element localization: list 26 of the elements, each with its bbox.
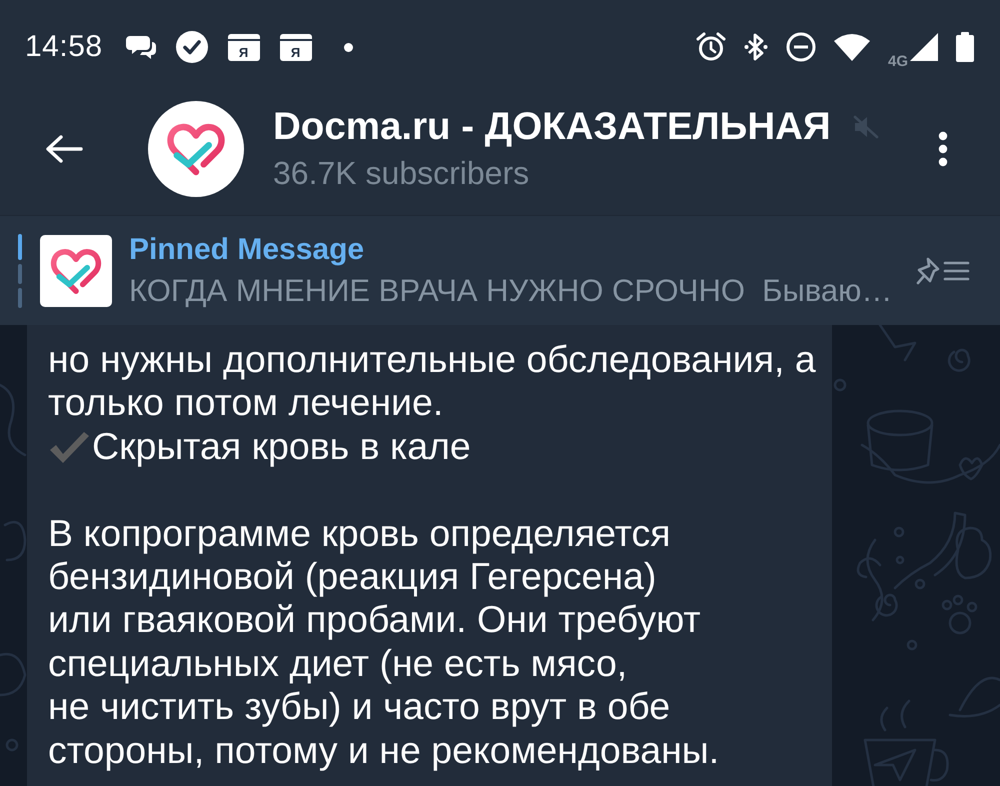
battery-icon — [956, 32, 974, 62]
subscriber-count: 36.7K subscribers — [273, 154, 530, 192]
more-notifications-dot-icon — [344, 42, 353, 52]
status-time: 14:58 — [25, 30, 103, 64]
more-menu-icon[interactable] — [938, 130, 948, 166]
alarm-clock-icon — [696, 32, 726, 62]
back-arrow-icon[interactable] — [45, 134, 83, 164]
network-type: 4G — [888, 52, 908, 70]
pinned-message-bar[interactable]: Pinned Message КОГДА МНЕНИЕ ВРАЧА НУЖНО СРОЧНО Бываю… — [0, 215, 1000, 325]
bluetooth-icon — [744, 32, 768, 62]
pin-list-icon[interactable] — [916, 256, 970, 286]
signal-icon — [910, 33, 938, 61]
wifi-icon — [834, 33, 870, 61]
check-mark-icon — [48, 430, 90, 464]
app-icon: Я — [228, 34, 260, 60]
pinned-label: Pinned Message — [129, 233, 366, 267]
do-not-disturb-icon — [786, 32, 816, 62]
message-text: Скрытая кровь в кале — [92, 424, 471, 468]
message-text: но нужны дополнительные обследования, а только потом лечение. — [48, 338, 816, 425]
app-icon: Я — [280, 34, 312, 60]
channel-title[interactable]: Docma.ru - ДОКАЗАТЕЛЬНАЯ — [273, 105, 831, 149]
chat-bubbles-icon — [126, 34, 156, 60]
heart-logo-icon — [40, 234, 112, 306]
pinned-preview: КОГДА МНЕНИЕ ВРАЧА НУЖНО СРОЧНО Бываю… — [129, 273, 892, 308]
check-circle-icon — [176, 31, 208, 63]
message-text: В копрограмме кровь определяется бензидиновой (реакция Гегерсена) или гваяковой пробами. Они требуют специальных диет (не есть мясо, не чистить зубы) и часто врут в обе стороны, потому и не рекомендованы. — [48, 512, 720, 772]
